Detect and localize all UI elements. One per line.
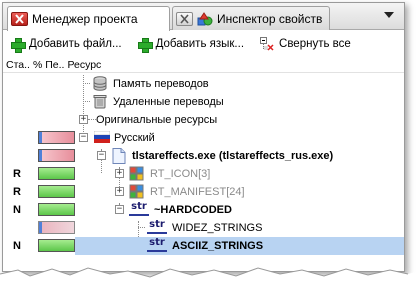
tab-bar: Менеджер проекта Инспектор свойств	[3, 3, 404, 31]
progress-bar	[38, 167, 75, 180]
collapse-all-label: Свернуть все	[279, 38, 351, 50]
project-manager-window: Менеджер проекта Инспектор свойств Добав…	[2, 2, 405, 272]
str-icon: str	[147, 238, 167, 252]
add-file-button[interactable]: Добавить файл...	[11, 37, 122, 53]
status-flag: N	[13, 204, 21, 216]
tree-row-hardcoded[interactable]: N − str ~HARDCODED	[3, 201, 404, 219]
progress-bar	[38, 149, 75, 162]
tab-property-inspector[interactable]: Инспектор свойств	[172, 6, 330, 30]
progress-bar	[38, 239, 75, 252]
collapse-icon[interactable]: −	[115, 205, 124, 214]
tree-label: Оригинальные ресурсы	[96, 114, 218, 126]
progress-bar	[38, 203, 75, 216]
tree-row-rt-icon[interactable]: R + RT_ICON[3]	[3, 165, 404, 183]
tree-row-rt-manifest[interactable]: R + RT_MANIFEST[24]	[3, 183, 404, 201]
resource-icon	[129, 166, 145, 181]
tree-label: tlstareffects.exe (tlstareffects_rus.exe…	[132, 150, 334, 162]
add-language-label: Добавить язык...	[155, 38, 245, 50]
shapes-icon	[197, 11, 213, 26]
tree-row-original-resources[interactable]: + Оригинальные ресурсы	[3, 111, 404, 129]
column-percent[interactable]: % Пе..	[33, 59, 64, 71]
collapse-all-button[interactable]: Свернуть все	[260, 37, 351, 51]
tree-row-russian[interactable]: − Русский	[3, 129, 404, 147]
file-icon	[112, 148, 128, 164]
status-flag: R	[13, 186, 21, 198]
str-icon: str	[129, 202, 149, 216]
trash-icon	[92, 94, 108, 109]
tab-project-manager[interactable]: Менеджер проекта	[7, 6, 170, 31]
tree-row-exe-file[interactable]: − tlstareffects.exe (tlstareffects_rus.e…	[3, 147, 404, 165]
plus-icon	[11, 37, 26, 53]
expand-icon[interactable]: +	[115, 187, 124, 196]
collapse-icon[interactable]: −	[79, 133, 88, 142]
progress-bar	[38, 131, 75, 144]
tree-label: Русский	[114, 132, 155, 144]
progress-bar	[38, 221, 75, 234]
collapse-icon[interactable]: −	[97, 151, 106, 160]
progress-bar	[38, 185, 75, 198]
add-language-button[interactable]: Добавить язык...	[137, 37, 245, 53]
torn-edge-decoration	[0, 267, 416, 291]
str-icon: str	[147, 220, 167, 234]
tree-row-asciiz-strings[interactable]: N str ASCIIZ_STRINGS	[3, 237, 404, 255]
column-resource[interactable]: Ресурс	[67, 59, 101, 71]
status-flag: R	[13, 168, 21, 180]
tree-row-deleted-translations[interactable]: Удаленные переводы	[3, 93, 404, 111]
russian-flag-icon	[93, 130, 111, 146]
tree-label: ASCIIZ_STRINGS	[172, 240, 264, 252]
tree-label: Память переводов	[113, 78, 209, 90]
close-icon[interactable]	[176, 11, 193, 26]
close-icon[interactable]	[11, 12, 28, 26]
column-status[interactable]: Ста..	[6, 59, 30, 71]
tree-label: ~HARDCODED	[154, 204, 232, 216]
plus-icon	[137, 37, 153, 53]
toolbar: Добавить файл... Добавить язык... Сверну…	[3, 31, 404, 57]
tree-label: WIDEZ_STRINGS	[172, 222, 263, 234]
database-icon	[92, 76, 108, 91]
tab-label: Инспектор свойств	[217, 11, 323, 26]
column-header: Ста.. % Пе.. Ресурс	[3, 58, 404, 73]
collapse-tree-icon	[260, 37, 274, 51]
tree-label: RT_MANIFEST[24]	[150, 186, 245, 198]
tree-label: RT_ICON[3]	[150, 168, 211, 180]
tree-row-widez-strings[interactable]: str WIDEZ_STRINGS	[3, 219, 404, 237]
expand-icon[interactable]: +	[115, 169, 124, 178]
resource-icon	[129, 184, 145, 199]
expand-icon[interactable]: +	[79, 115, 88, 124]
tab-label: Менеджер проекта	[32, 12, 138, 26]
add-file-label: Добавить файл...	[29, 38, 122, 50]
tree-label: Удаленные переводы	[113, 96, 224, 108]
resource-tree: Память переводов Удаленные переводы + Ор…	[3, 75, 404, 271]
status-flag: N	[13, 240, 21, 252]
tab-list-arrow-icon[interactable]	[384, 12, 394, 18]
tree-row-translation-memory[interactable]: Память переводов	[3, 75, 404, 93]
